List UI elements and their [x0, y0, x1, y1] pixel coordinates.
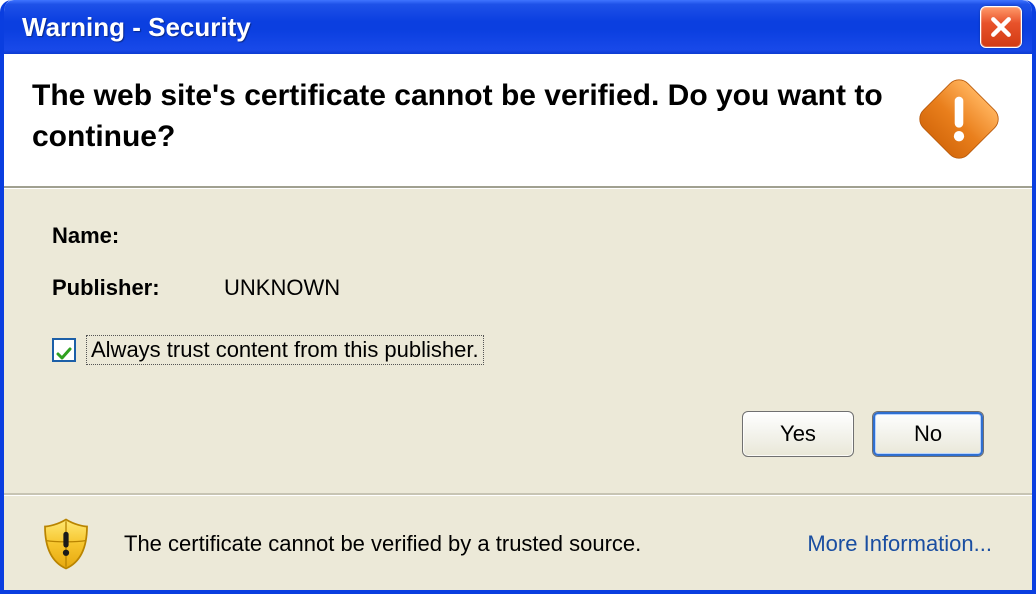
yes-button-label: Yes [780, 421, 816, 447]
trust-row: Always trust content from this publisher… [52, 335, 984, 365]
publisher-label: Publisher: [52, 275, 212, 301]
titlebar[interactable]: Warning - Security [4, 0, 1032, 54]
warning-icon [916, 76, 1002, 162]
yes-button[interactable]: Yes [742, 411, 854, 457]
footer-message: The certificate cannot be verified by a … [124, 531, 777, 557]
more-information-link[interactable]: More Information... [807, 531, 998, 557]
close-icon [990, 16, 1012, 38]
name-value [224, 223, 984, 249]
always-trust-label[interactable]: Always trust content from this publisher… [86, 335, 484, 365]
security-warning-dialog: Warning - Security The web site's certif… [0, 0, 1036, 594]
dialog-message: The web site's certificate cannot be ver… [32, 76, 896, 157]
shield-icon [38, 516, 94, 572]
info-grid: Name: Publisher: UNKNOWN [52, 223, 984, 301]
no-button[interactable]: No [872, 411, 984, 457]
no-button-label: No [914, 421, 942, 447]
dialog-header: The web site's certificate cannot be ver… [4, 54, 1032, 186]
always-trust-checkbox[interactable] [52, 338, 76, 362]
dialog-body: Name: Publisher: UNKNOWN Always trust co… [4, 189, 1032, 493]
dialog-footer: The certificate cannot be verified by a … [4, 496, 1032, 590]
close-button[interactable] [980, 6, 1022, 48]
name-label: Name: [52, 223, 212, 249]
checkmark-icon [56, 342, 72, 358]
window-title: Warning - Security [22, 12, 980, 43]
button-row: Yes No [52, 411, 984, 457]
publisher-value: UNKNOWN [224, 275, 984, 301]
